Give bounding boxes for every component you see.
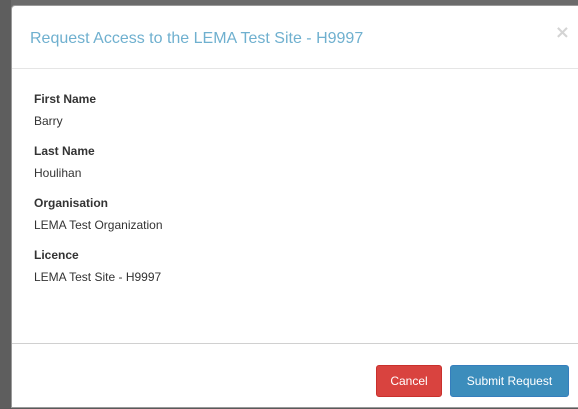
modal-header: Request Access to the LEMA Test Site - H… <box>12 6 578 69</box>
modal-footer: Cancel Submit Request <box>12 343 578 409</box>
field-label: First Name <box>34 92 97 106</box>
cancel-button[interactable]: Cancel <box>376 365 442 397</box>
background-page-edge <box>0 0 11 408</box>
field-value: Houlihan <box>34 166 82 180</box>
field-value: LEMA Test Organization <box>34 218 163 232</box>
field-label: Licence <box>34 248 79 262</box>
field-organisation: Organisation LEMA Test Organization <box>34 195 578 233</box>
modal-title: Request Access to the LEMA Test Site - H… <box>30 30 364 47</box>
field-last-name: Last Name Houlihan <box>34 143 578 181</box>
field-label: Organisation <box>34 196 109 210</box>
field-label: Last Name <box>34 144 95 158</box>
field-value: LEMA Test Site - H9997 <box>34 270 162 284</box>
submit-request-button[interactable]: Submit Request <box>450 365 569 397</box>
field-first-name: First Name Barry <box>34 91 578 129</box>
request-access-modal: Request Access to the LEMA Test Site - H… <box>11 5 578 408</box>
field-licence: Licence LEMA Test Site - H9997 <box>34 247 578 285</box>
close-icon[interactable]: × <box>555 24 570 42</box>
modal-body: First Name Barry Last Name Houlihan Orga… <box>12 69 578 342</box>
field-value: Barry <box>34 114 63 128</box>
